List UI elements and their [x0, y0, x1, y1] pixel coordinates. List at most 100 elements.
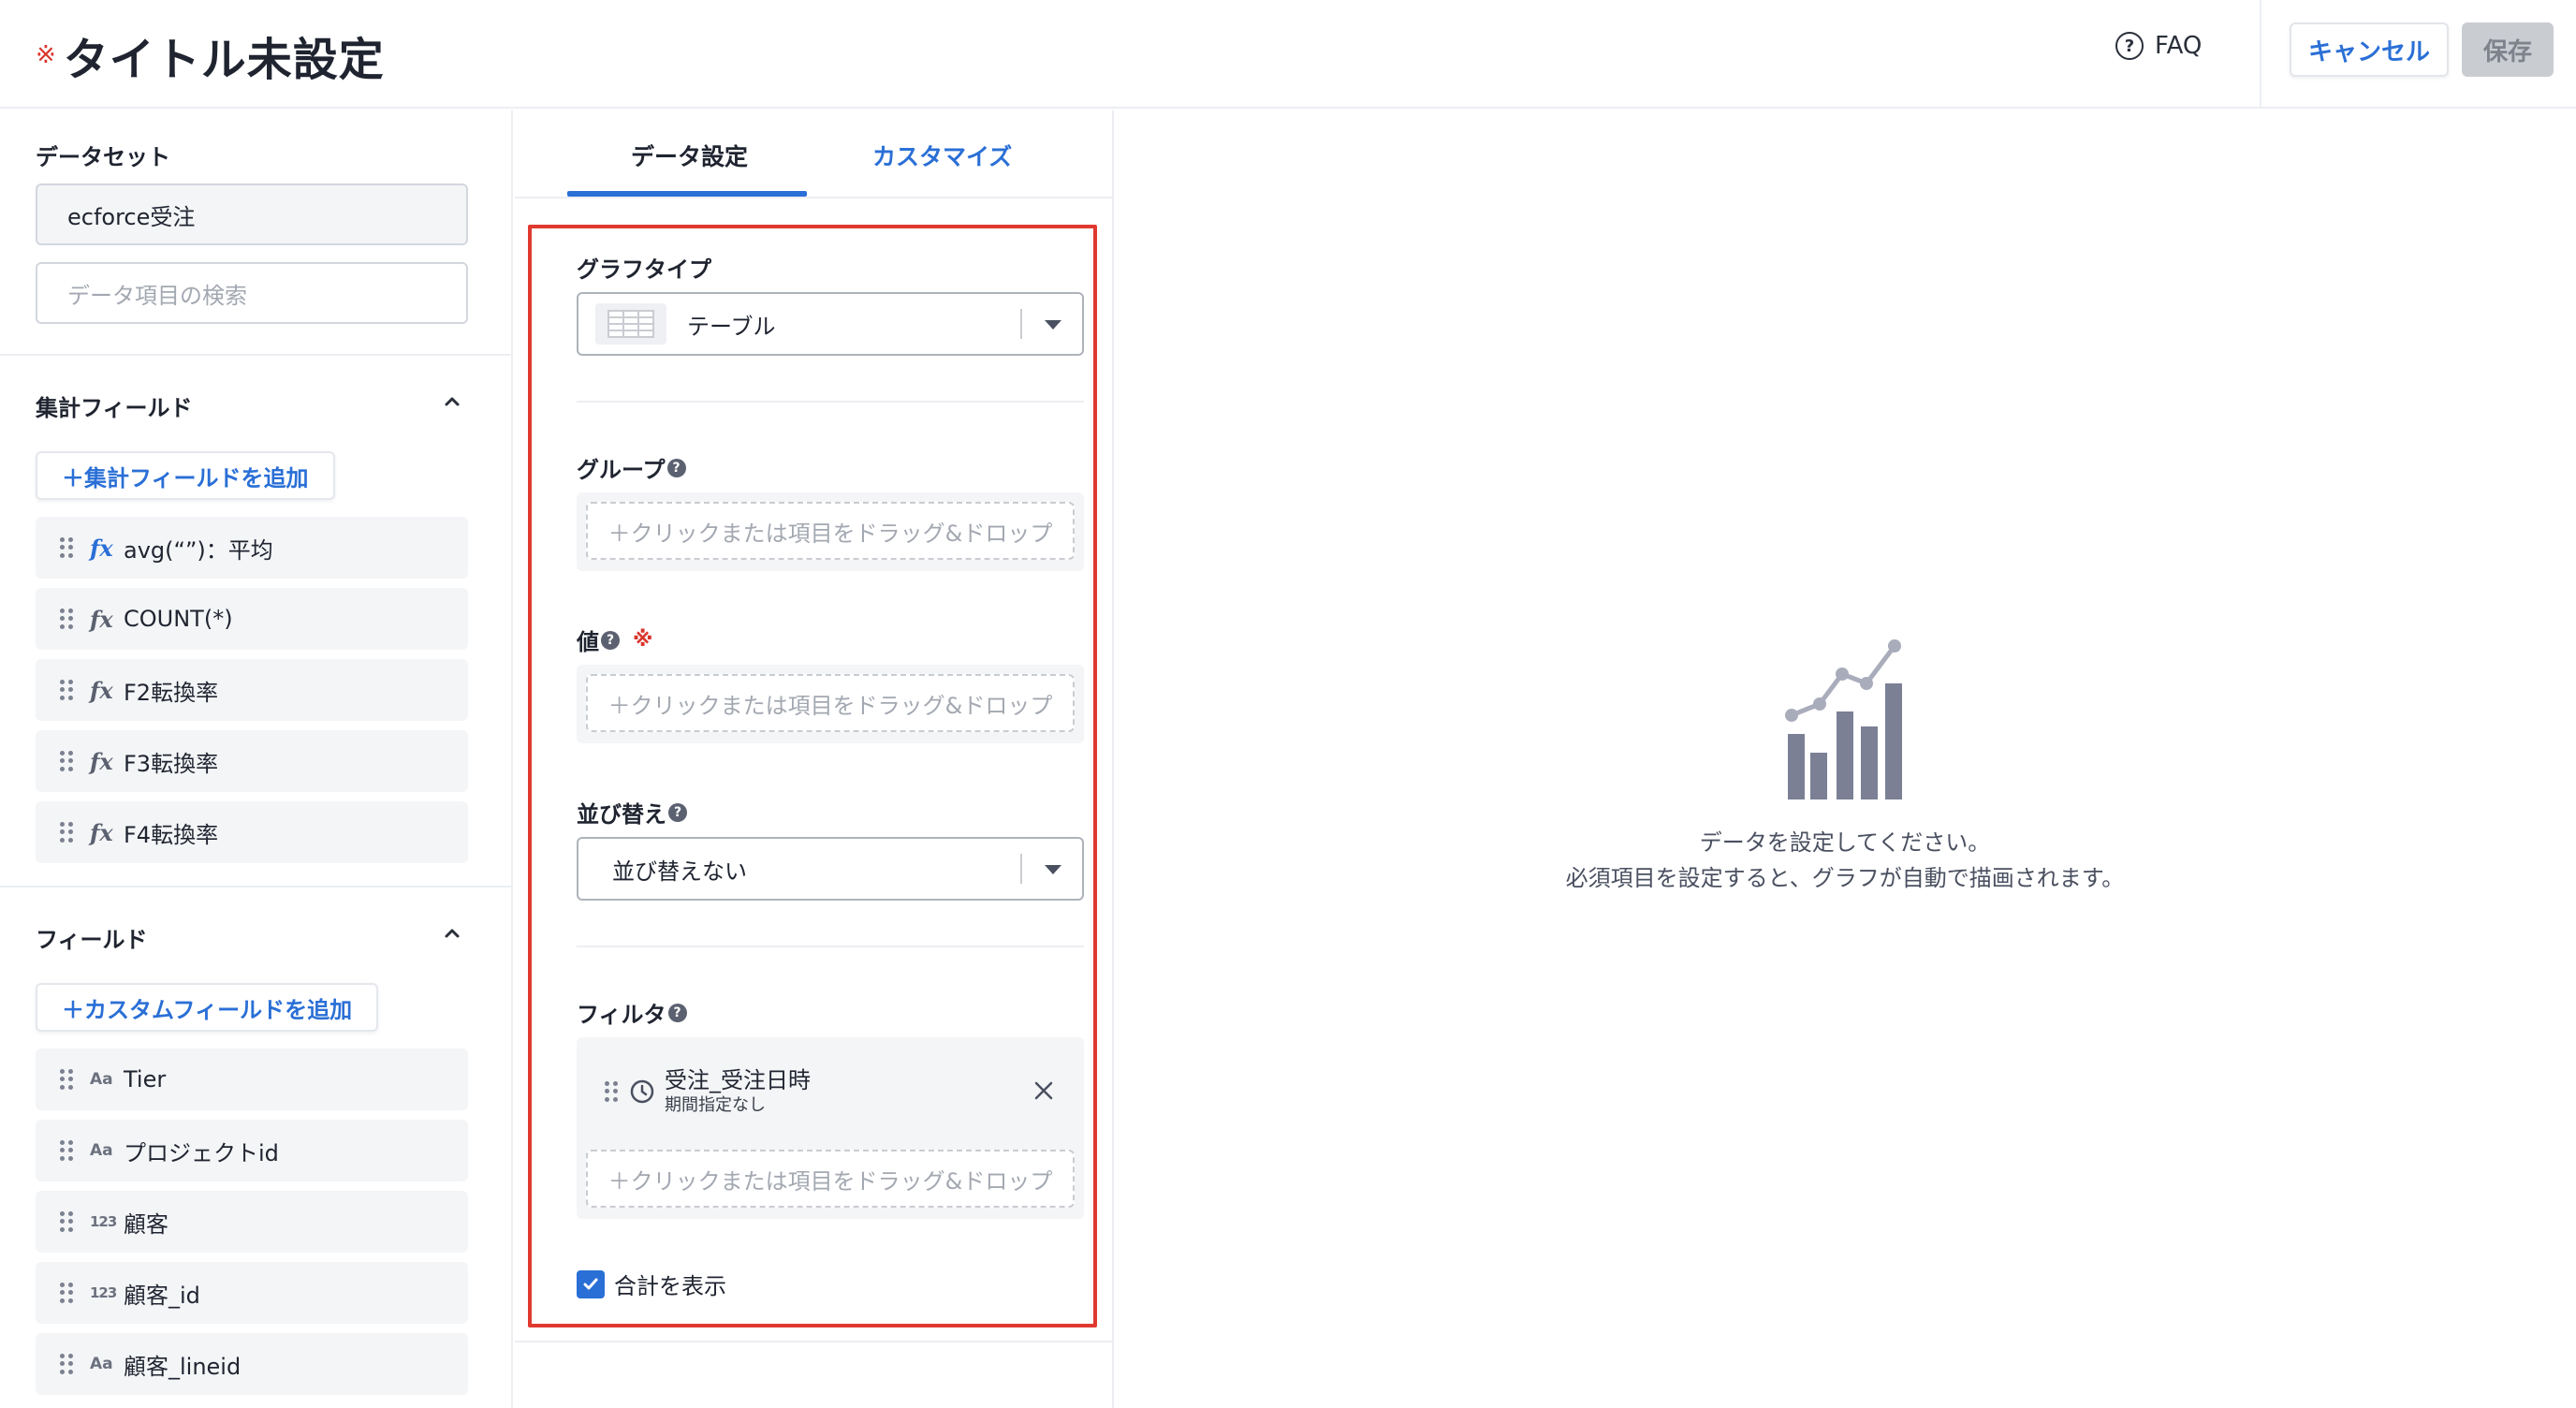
graph-type-label: グラフタイプ: [577, 251, 711, 284]
filter-chip-subtitle: 期間指定なし: [665, 1094, 766, 1115]
field-search-input[interactable]: データ項目の検索: [36, 262, 468, 324]
field-item-label: 顧客: [124, 1210, 168, 1238]
aggregate-section-title: 集計フィールド: [36, 395, 193, 421]
caret-down-icon: [1045, 865, 1061, 874]
drag-handle-icon[interactable]: [60, 609, 73, 629]
caret-down-icon: [1045, 320, 1061, 330]
add-aggregate-field-button[interactable]: ＋集計フィールドを追加: [36, 451, 335, 500]
settings-panel: データ設定 カスタマイズ グラフタイプ テーブル グループ ? ＋クリックまたは…: [515, 110, 1114, 1408]
close-icon[interactable]: [1032, 1078, 1056, 1103]
field-list-item[interactable]: fx avg(“”)：平均: [36, 517, 468, 579]
filter-chip[interactable]: 受注_受注日時 期間指定なし: [586, 1047, 1075, 1137]
sort-label-text: 並び替え: [577, 801, 666, 828]
header-divider: [2260, 0, 2261, 109]
drag-handle-icon[interactable]: [60, 1354, 73, 1374]
field-list-item[interactable]: 123 顧客: [36, 1191, 468, 1253]
help-circle-icon: ?: [2115, 32, 2144, 60]
filter-label: フィルタ ?: [577, 996, 687, 1029]
drag-handle-icon[interactable]: [60, 1283, 73, 1303]
function-icon: fx: [90, 747, 113, 775]
show-total-checkbox[interactable]: [577, 1269, 605, 1298]
field-item-label: F2転換率: [124, 679, 219, 706]
sort-label: 並び替え ?: [577, 796, 687, 829]
function-icon: fx: [90, 605, 113, 633]
cancel-button[interactable]: キャンセル: [2290, 22, 2449, 77]
required-mark: ※: [36, 41, 56, 69]
drag-handle-icon[interactable]: [60, 751, 73, 771]
field-list-item[interactable]: fx F3転換率: [36, 730, 468, 792]
function-icon: fx: [90, 534, 113, 562]
field-item-label: 顧客_id: [124, 1282, 200, 1309]
value-label: 値 ? ※: [577, 623, 652, 656]
value-dropzone[interactable]: ＋クリックまたは項目をドラッグ&ドロップ: [586, 674, 1075, 732]
table-icon: [595, 303, 666, 345]
field-item-label: F4転換率: [124, 821, 219, 848]
function-icon: fx: [90, 676, 113, 704]
drag-handle-icon[interactable]: [60, 822, 73, 843]
save-button[interactable]: 保存: [2462, 22, 2554, 77]
field-section-title: フィールド: [36, 927, 148, 953]
drag-handle-icon[interactable]: [60, 1211, 73, 1232]
field-list-item[interactable]: fx COUNT(*): [36, 588, 468, 650]
chart-preview-area: データを設定してください。 必須項目を設定すると、グラフが自動で描画されます。: [1114, 110, 2576, 1408]
group-drop-area: ＋クリックまたは項目をドラッグ&ドロップ: [577, 492, 1084, 571]
value-drop-area: ＋クリックまたは項目をドラッグ&ドロップ: [577, 665, 1084, 743]
settings-highlight-box: グラフタイプ テーブル グループ ? ＋クリックまたは項目をドラッグ&ドロップ …: [528, 225, 1097, 1327]
show-total-row[interactable]: 合計を表示: [577, 1268, 726, 1300]
show-total-label: 合計を表示: [614, 1273, 726, 1299]
number-type-icon: 123: [90, 1284, 117, 1301]
chevron-up-icon[interactable]: [440, 389, 464, 414]
section-divider: [0, 886, 511, 887]
text-type-icon: Aa: [90, 1070, 113, 1089]
group-dropzone[interactable]: ＋クリックまたは項目をドラッグ&ドロップ: [586, 502, 1075, 560]
faq-link[interactable]: ? FAQ: [2115, 32, 2202, 60]
drag-handle-icon[interactable]: [60, 1069, 73, 1090]
sort-select[interactable]: 並び替えない: [577, 837, 1084, 901]
graph-type-label-text: グラフタイプ: [577, 257, 711, 283]
clock-icon: [630, 1079, 654, 1104]
field-list-item[interactable]: Aa Tier: [36, 1049, 468, 1110]
help-icon[interactable]: ?: [667, 1003, 687, 1022]
checkmark-icon: [583, 1278, 598, 1289]
drag-handle-icon[interactable]: [605, 1081, 618, 1102]
page-title[interactable]: タイトル未設定: [64, 22, 385, 88]
field-list-item[interactable]: Aa 顧客_lineid: [36, 1333, 468, 1395]
field-item-label: プロジェクトid: [124, 1139, 279, 1166]
dataset-select[interactable]: ecforce受注: [36, 183, 468, 245]
field-item-label: COUNT(*): [124, 606, 233, 632]
filter-chip-title: 受注_受注日時: [665, 1066, 811, 1093]
graph-type-value: テーブル: [687, 313, 776, 340]
filter-dropzone[interactable]: ＋クリックまたは項目をドラッグ&ドロップ: [586, 1150, 1075, 1208]
drag-handle-icon[interactable]: [60, 1140, 73, 1161]
field-list-item[interactable]: fx F2転換率: [36, 659, 468, 721]
field-item-label: F3転換率: [124, 750, 219, 777]
select-separator: [1020, 854, 1022, 884]
field-list-item[interactable]: Aa プロジェクトid: [36, 1120, 468, 1181]
field-item-label: 顧客_lineid: [124, 1353, 242, 1380]
drag-handle-icon[interactable]: [60, 680, 73, 700]
tab-customize[interactable]: カスタマイズ: [872, 139, 1012, 172]
data-source-panel: データセット ecforce受注 データ項目の検索 集計フィールド ＋集計フィー…: [0, 110, 513, 1408]
help-icon[interactable]: ?: [668, 802, 687, 822]
help-icon[interactable]: ?: [601, 630, 620, 650]
function-icon: fx: [90, 818, 113, 846]
add-custom-field-button[interactable]: ＋カスタムフィールドを追加: [36, 983, 379, 1032]
tabs-divider: [515, 197, 1114, 198]
empty-state-message-1: データを設定してください。: [1699, 829, 1991, 856]
bar-line-chart-icon: [1785, 639, 1902, 799]
app-header: ※ タイトル未設定 ? FAQ キャンセル 保存: [0, 0, 2576, 109]
section-divider: [577, 946, 1084, 947]
title-area: ※ タイトル未設定: [36, 22, 385, 88]
drag-handle-icon[interactable]: [60, 537, 73, 558]
required-mark: ※: [633, 628, 653, 652]
tab-data-settings[interactable]: データ設定: [631, 139, 748, 172]
chevron-up-icon[interactable]: [440, 921, 464, 946]
text-type-icon: Aa: [90, 1141, 113, 1160]
help-icon[interactable]: ?: [666, 458, 686, 477]
field-list-item[interactable]: fx F4転換率: [36, 801, 468, 863]
dataset-label: データセット: [36, 144, 170, 170]
field-item-label: avg(“”)：平均: [124, 536, 273, 564]
select-separator: [1020, 309, 1022, 339]
field-list-item[interactable]: 123 顧客_id: [36, 1262, 468, 1324]
graph-type-select[interactable]: テーブル: [577, 292, 1084, 356]
